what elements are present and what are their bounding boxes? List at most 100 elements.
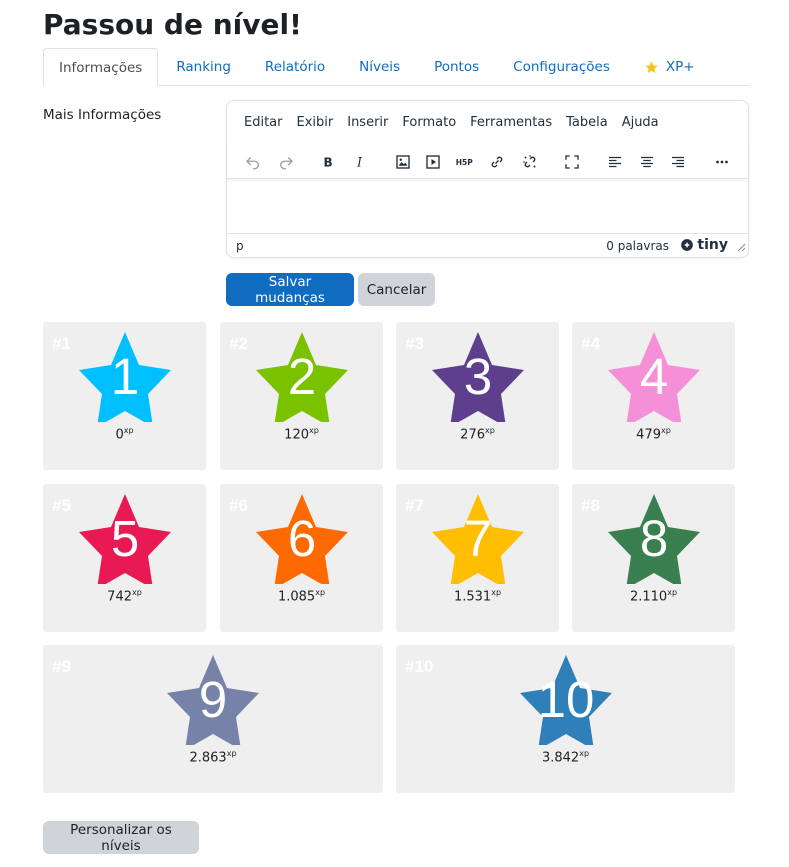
editor-statusbar: p 0 palavras tiny (227, 233, 748, 257)
level-xp: 276xp (396, 426, 559, 442)
italic-icon[interactable]: I (347, 149, 373, 175)
rich-text-editor: Editar Exibir Inserir Formato Ferramenta… (226, 100, 749, 258)
align-left-icon[interactable] (602, 149, 628, 175)
svg-text:I: I (356, 156, 363, 171)
tab-informacoes[interactable]: Informações (43, 48, 159, 86)
tab-niveis[interactable]: Níveis (343, 48, 416, 85)
tab-pontos[interactable]: Pontos (418, 48, 495, 85)
level-number: 2 (287, 348, 317, 405)
level-tag: #3 (405, 334, 424, 353)
editor-toolbar: B I H5P (227, 145, 748, 179)
level-card: #5 5 742xp (43, 484, 206, 632)
level-tag: #1 (52, 334, 71, 353)
level-xp: 2.863xp (43, 749, 383, 765)
tiny-logo-text: tiny (697, 237, 728, 253)
level-number: 7 (463, 510, 493, 567)
menu-tabela[interactable]: Tabela (559, 115, 615, 130)
level-xp-value: 742 (107, 589, 132, 605)
level-number: 1 (110, 348, 140, 405)
level-tag: #6 (229, 496, 248, 515)
level-number: 6 (287, 510, 317, 567)
level-star-icon: 6 (256, 494, 348, 584)
align-center-icon[interactable] (634, 149, 660, 175)
level-number: 8 (639, 510, 669, 567)
menu-ajuda[interactable]: Ajuda (615, 115, 666, 130)
level-xp-value: 1.531 (453, 589, 492, 605)
menu-exibir[interactable]: Exibir (290, 115, 341, 130)
resize-handle-icon[interactable] (737, 240, 746, 254)
editor-content-area[interactable] (227, 181, 748, 234)
menu-editar[interactable]: Editar (237, 115, 290, 130)
level-tag: #2 (229, 334, 248, 353)
redo-icon[interactable] (273, 149, 299, 175)
level-star-icon: 8 (608, 494, 700, 584)
level-xp-unit: xp (132, 588, 142, 597)
level-xp-value: 120 (284, 427, 309, 443)
undo-icon[interactable] (240, 149, 266, 175)
level-tag: #8 (581, 496, 600, 515)
h5p-icon[interactable]: H5P (451, 149, 477, 175)
level-number: 5 (110, 510, 140, 567)
star-icon (644, 60, 659, 75)
level-tag: #5 (52, 496, 71, 515)
level-xp-value: 2.863 (189, 750, 227, 766)
level-star-icon: 9 (167, 655, 259, 745)
align-right-icon[interactable] (665, 149, 691, 175)
editor-menubar: Editar Exibir Inserir Formato Ferramenta… (237, 115, 666, 130)
level-xp-unit: xp (309, 426, 319, 435)
menu-formato[interactable]: Formato (395, 115, 463, 130)
level-xp-value: 276 (460, 427, 485, 443)
level-xp-unit: xp (491, 588, 502, 597)
level-xp: 1.085xp (220, 588, 383, 604)
level-card: #6 6 1.085xp (220, 484, 383, 632)
level-star-icon: 7 (432, 494, 524, 584)
level-tag: #10 (405, 657, 434, 676)
level-star-icon: 10 (520, 655, 612, 745)
level-xp-unit: xp (579, 749, 590, 758)
tab-xp-plus-label: XP+ (665, 59, 695, 75)
level-xp-unit: xp (667, 588, 678, 597)
level-xp-unit: xp (315, 588, 326, 597)
tab-ranking[interactable]: Ranking (160, 48, 247, 85)
level-tag: #4 (581, 334, 600, 353)
fullscreen-icon[interactable] (559, 149, 585, 175)
level-xp: 3.842xp (396, 749, 735, 765)
level-xp-unit: xp (485, 426, 495, 435)
link-icon[interactable] (484, 149, 510, 175)
level-xp: 479xp (572, 426, 735, 442)
tab-configuracoes[interactable]: Configurações (497, 48, 626, 85)
element-path[interactable]: p (236, 239, 244, 253)
level-star-icon: 4 (608, 332, 700, 422)
tab-relatorio[interactable]: Relatório (249, 48, 341, 85)
image-icon[interactable] (390, 149, 416, 175)
menu-ferramentas[interactable]: Ferramentas (463, 115, 559, 130)
level-xp: 742xp (43, 588, 206, 604)
cancel-button[interactable]: Cancelar (358, 273, 435, 306)
level-star-icon: 5 (79, 494, 171, 584)
level-card: #1 1 0xp (43, 322, 206, 470)
level-xp-value: 479 (636, 427, 661, 443)
page-title: Passou de nível! (43, 8, 302, 41)
save-button[interactable]: Salvar mudanças (226, 273, 354, 306)
menu-inserir[interactable]: Inserir (340, 115, 395, 130)
level-xp-unit: xp (226, 749, 237, 758)
level-number: 3 (463, 348, 493, 405)
bold-icon[interactable]: B (315, 149, 341, 175)
tab-xp-plus[interactable]: XP+ (628, 48, 711, 85)
unlink-icon[interactable] (517, 149, 543, 175)
level-xp: 2.110xp (572, 588, 735, 604)
media-icon[interactable] (420, 149, 446, 175)
level-star-icon: 3 (432, 332, 524, 422)
customize-levels-button[interactable]: Personalizar os níveis (43, 821, 199, 854)
svg-text:H5P: H5P (456, 158, 473, 167)
level-xp-value: 2.110 (629, 589, 668, 605)
tiny-logo-icon (681, 239, 694, 251)
tiny-logo[interactable]: tiny (680, 237, 728, 253)
level-card: #7 7 1.531xp (396, 484, 559, 632)
level-card: #3 3 276xp (396, 322, 559, 470)
more-icon[interactable] (709, 149, 735, 175)
level-tag: #7 (405, 496, 424, 515)
word-count[interactable]: 0 palavras (606, 239, 669, 253)
level-xp-value: 0 (115, 427, 124, 443)
level-number: 10 (537, 671, 595, 728)
